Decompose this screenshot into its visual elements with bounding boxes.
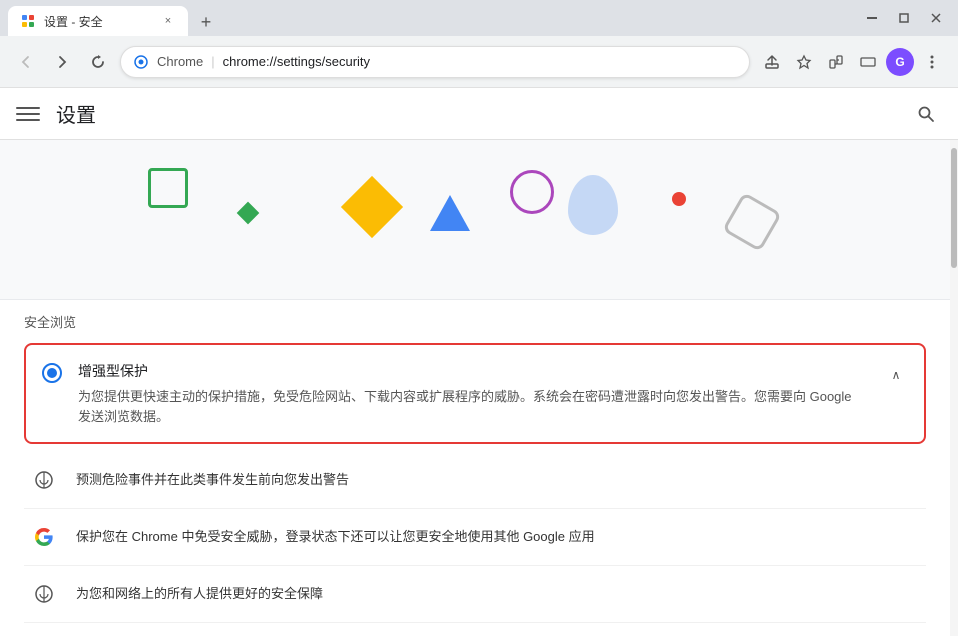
banner-area <box>0 140 950 300</box>
scrollbar-thumb[interactable] <box>951 148 957 268</box>
tab-strip: 设置 - 安全 × + <box>8 0 858 36</box>
hamburger-menu[interactable] <box>16 102 40 126</box>
forward-button[interactable] <box>48 48 76 76</box>
maximize-button[interactable] <box>890 4 918 32</box>
settings-title: 设置 <box>56 99 96 128</box>
sub-items-list: 预测危险事件并在此类事件发生前向您发出警告 保护您在 Chr <box>0 448 950 636</box>
sub-item-4: 密码遭遇数据泄露时向您发出警告 <box>24 623 926 636</box>
tab-favicon <box>20 13 36 29</box>
shape-purple-circle <box>510 170 554 214</box>
sub-item-1: 预测危险事件并在此类事件发生前向您发出警告 <box>24 452 926 509</box>
omnibox-url: chrome://settings/security <box>223 54 737 69</box>
shape-green-diamond <box>237 202 260 225</box>
profile-avatar[interactable]: G <box>886 48 914 76</box>
shape-gray-hex <box>722 192 782 252</box>
sub-item-2: 保护您在 Chrome 中免受安全威胁，登录状态下还可以让您更安全地使用其他 G… <box>24 509 926 566</box>
toolbar-icons: G <box>758 48 946 76</box>
share-icon[interactable] <box>758 48 786 76</box>
tab-title: 设置 - 安全 <box>44 13 152 30</box>
extensions-icon[interactable] <box>822 48 850 76</box>
sub-item-3: 为您和网络上的所有人提供更好的安全保障 <box>24 566 926 623</box>
enhanced-card-content: 增强型保护 为您提供更快速主动的保护措施，免受危险网站、下载内容或扩展程序的威胁… <box>78 361 868 426</box>
tab-close-button[interactable]: × <box>160 13 176 29</box>
window-frame: 设置 - 安全 × + <box>0 0 958 636</box>
sub-text-1: 预测危险事件并在此类事件发生前向您发出警告 <box>76 471 349 489</box>
radio-inner <box>47 368 57 378</box>
omnibox-security-icon <box>133 54 149 70</box>
expand-button[interactable]: ∧ <box>884 363 908 387</box>
shape-yellow-diamond <box>341 176 403 238</box>
sub-icon-3 <box>28 578 60 610</box>
omnibox-separator: | <box>211 54 214 69</box>
main-content[interactable]: 安全浏览 增强型保护 为您提供更快速主动的保护措施，免受危险网站、下载内容或扩展… <box>0 140 950 636</box>
settings-header: 设置 <box>0 88 958 140</box>
enhanced-radio[interactable] <box>42 363 62 383</box>
minimize-button[interactable] <box>858 4 886 32</box>
shape-blue-shield <box>568 175 618 235</box>
enhanced-desc: 为您提供更快速主动的保护措施，免受危险网站、下载内容或扩展程序的威胁。系统会在密… <box>78 387 868 426</box>
close-button[interactable] <box>922 4 950 32</box>
refresh-button[interactable] <box>84 48 112 76</box>
sub-icon-1 <box>28 464 60 496</box>
scrollbar-track[interactable] <box>950 140 958 636</box>
new-tab-button[interactable]: + <box>192 8 220 36</box>
shape-blue-triangle <box>430 195 470 231</box>
cast-icon[interactable] <box>854 48 882 76</box>
omnibox[interactable]: Chrome | chrome://settings/security <box>120 46 750 78</box>
enhanced-protection-card[interactable]: 增强型保护 为您提供更快速主动的保护措施，免受危险网站、下载内容或扩展程序的威胁… <box>24 343 926 444</box>
active-tab[interactable]: 设置 - 安全 × <box>8 6 188 36</box>
banner-shapes <box>0 140 950 299</box>
window-controls <box>858 4 950 32</box>
shape-green-square <box>148 168 188 208</box>
sub-text-3: 为您和网络上的所有人提供更好的安全保障 <box>76 585 323 603</box>
back-button[interactable] <box>12 48 40 76</box>
sub-text-2: 保护您在 Chrome 中免受安全威胁，登录状态下还可以让您更安全地使用其他 G… <box>76 528 595 546</box>
search-button[interactable] <box>910 98 942 130</box>
bookmark-icon[interactable] <box>790 48 818 76</box>
enhanced-title: 增强型保护 <box>78 361 868 381</box>
section-label: 安全浏览 <box>0 300 950 339</box>
address-bar: Chrome | chrome://settings/security G <box>0 36 958 88</box>
title-bar: 设置 - 安全 × + <box>0 0 958 36</box>
menu-button[interactable] <box>918 48 946 76</box>
shape-red-dot <box>672 192 686 206</box>
omnibox-brand: Chrome <box>157 54 203 69</box>
sub-icon-google <box>28 521 60 553</box>
settings-page: 设置 <box>0 88 958 636</box>
content-area: 安全浏览 增强型保护 为您提供更快速主动的保护措施，免受危险网站、下载内容或扩展… <box>0 140 958 636</box>
